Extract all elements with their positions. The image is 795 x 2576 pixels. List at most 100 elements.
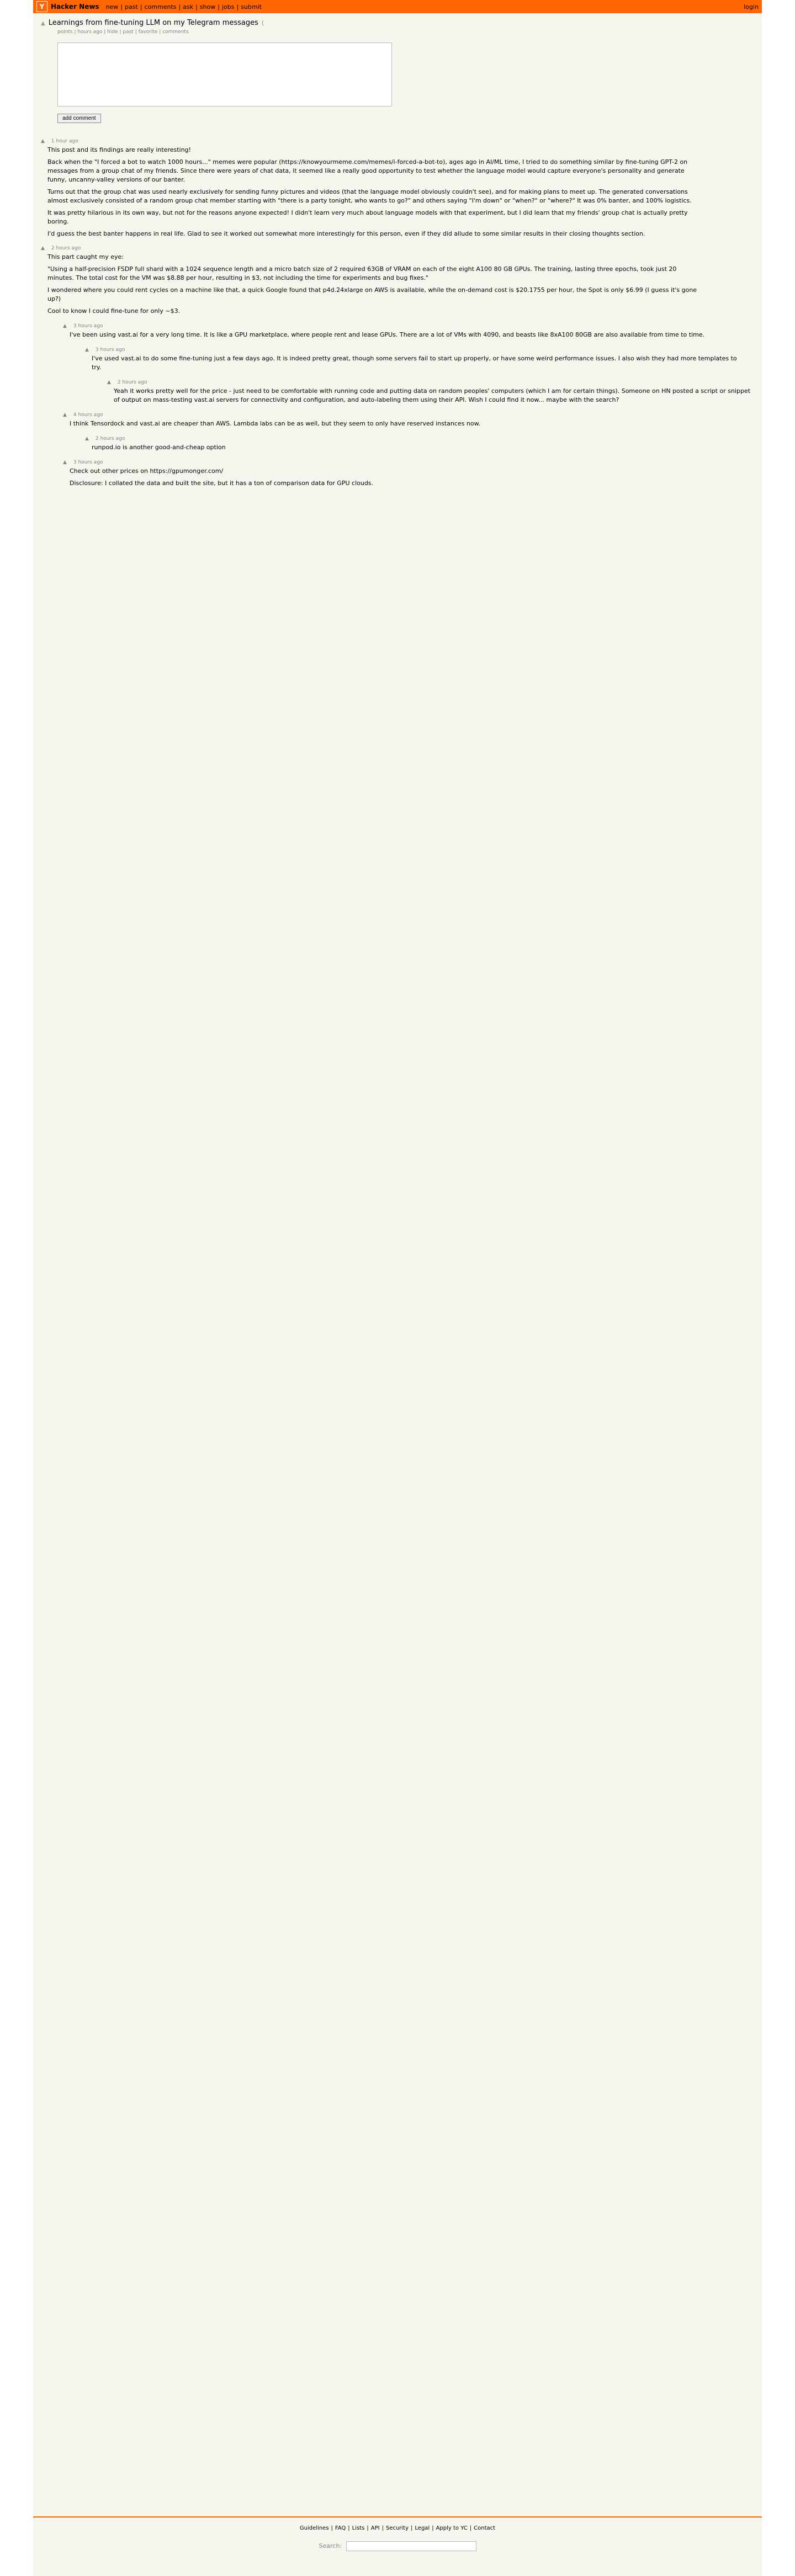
comment-textarea[interactable] [57, 42, 392, 107]
footer-security[interactable]: Security [386, 2525, 409, 2531]
comment-body: I've used vast.ai to do some fine-tuning… [92, 354, 743, 372]
nav-past[interactable]: past [125, 3, 138, 10]
footer-links: Guidelines | FAQ | Lists | API | Securit… [33, 2525, 762, 2531]
comment-header: ▲ 4 hours ago [63, 412, 754, 418]
comment-header: ▲ 3 hours ago [63, 323, 754, 329]
comment-paragraph: "Using a half-precision FSDP full shard … [47, 265, 677, 282]
footer-lists[interactable]: Lists [352, 2525, 365, 2531]
nav-links: new | past | comments | ask | show | job… [106, 3, 262, 10]
comment-body: This part caught my eye: "Using a half-p… [47, 253, 699, 316]
story-hide[interactable]: hide [104, 29, 118, 35]
comment-paragraph: Yeah it works pretty well for the price … [114, 387, 751, 403]
hn-logo[interactable]: Y [36, 1, 47, 12]
footer-legal[interactable]: Legal [415, 2525, 430, 2531]
site-title[interactable]: Hacker News [51, 3, 99, 10]
comment-body: I've been using vast.ai for a very long … [70, 331, 721, 339]
nav-separator: | [218, 3, 220, 10]
login-link[interactable]: login [744, 3, 759, 10]
story-subtext: points hours ago hide past favorite comm… [57, 29, 754, 35]
story-past[interactable]: past [119, 29, 133, 35]
comment-paragraph: Cool to know I could fine-tune for only … [47, 307, 181, 315]
story-item: ▲ Learnings from fine-tuning LLM on my T… [33, 13, 762, 129]
comment-age[interactable]: 1 hour ago [51, 139, 78, 144]
footer-contact[interactable]: Contact [474, 2525, 495, 2531]
comment-paragraph: I think Tensordock and vast.ai are cheap… [70, 419, 481, 427]
comment-paragraph: I wondered where you could rent cycles o… [47, 286, 697, 303]
footer-guidelines[interactable]: Guidelines [300, 2525, 329, 2531]
comment-body: Check out other prices on https://gpumon… [70, 467, 721, 488]
footer-separator: | [331, 2525, 333, 2531]
upvote-arrow-icon[interactable]: ▲ [63, 460, 67, 465]
comment: ▲ 2 hours ago This part caught my eye: "… [41, 246, 754, 316]
footer-search: Search: [33, 2541, 762, 2551]
comment-paragraph: Back when the "I forced a bot to watch 1… [47, 158, 688, 183]
comment-paragraph: I've been using vast.ai for a very long … [70, 331, 705, 339]
comment-paragraph: This part caught my eye: [47, 253, 124, 261]
nav-show[interactable]: show [200, 3, 215, 10]
comment-paragraph: Check out other prices on https://gpumon… [70, 467, 224, 475]
footer-separator: | [381, 2525, 384, 2531]
upvote-arrow-icon[interactable]: ▲ [63, 323, 67, 329]
comment-form: add comment [57, 42, 754, 123]
footer-separator: | [411, 2525, 413, 2531]
comment-age[interactable]: 2 hours ago [118, 380, 147, 385]
login-area: login [744, 3, 759, 10]
upvote-arrow-icon[interactable]: ▲ [63, 412, 67, 418]
comment-age[interactable]: 2 hours ago [96, 436, 125, 441]
comment-age[interactable]: 2 hours ago [51, 246, 81, 251]
comment-body: runpod.io is another good-and-cheap opti… [92, 443, 743, 452]
story-favorite[interactable]: favorite [135, 29, 158, 35]
upvote-arrow-icon[interactable]: ▲ [85, 436, 89, 441]
footer-api[interactable]: API [371, 2525, 380, 2531]
comment-body: I think Tensordock and vast.ai are cheap… [70, 419, 721, 428]
story-title-row: ▲ Learnings from fine-tuning LLM on my T… [41, 19, 754, 27]
comment: ▲ 3 hours ago I've used vast.ai to do so… [85, 347, 754, 372]
upvote-arrow-icon[interactable]: ▲ [41, 20, 45, 26]
search-input[interactable] [346, 2541, 476, 2551]
comment-age[interactable]: 3 hours ago [73, 460, 103, 465]
upvote-arrow-icon[interactable]: ▲ [41, 246, 45, 251]
comment: ▲ 3 hours ago Check out other prices on … [63, 460, 754, 488]
comment-header: ▲ 1 hour ago [41, 139, 754, 144]
comment-paragraph: Disclosure: I collated the data and buil… [70, 479, 374, 487]
story-title[interactable]: Learnings from fine-tuning LLM on my Tel… [49, 19, 258, 27]
nav-ask[interactable]: ask [183, 3, 193, 10]
comment-body: Yeah it works pretty well for the price … [114, 387, 754, 405]
comment-age[interactable]: 3 hours ago [96, 347, 125, 353]
comment-age[interactable]: 4 hours ago [73, 412, 103, 418]
upvote-arrow-icon[interactable]: ▲ [85, 347, 89, 353]
nav-comments[interactable]: comments [145, 3, 177, 10]
comment-paragraph: runpod.io is another good-and-cheap opti… [92, 443, 226, 451]
footer-faq[interactable]: FAQ [335, 2525, 346, 2531]
comment: ▲ 1 hour ago This post and its findings … [41, 139, 754, 238]
footer-apply-yc[interactable]: Apply to YC [436, 2525, 468, 2531]
top-navbar: Y Hacker News new | past | comments | as… [33, 0, 762, 13]
search-label: Search: [319, 2542, 342, 2550]
comment-header: ▲ 3 hours ago [63, 460, 754, 465]
comment: ▲ 2 hours ago Yeah it works pretty well … [107, 380, 754, 405]
upvote-arrow-icon[interactable]: ▲ [41, 139, 45, 144]
story-domain[interactable]: ( [262, 19, 264, 26]
story-age[interactable]: hours ago [75, 29, 103, 35]
comment-header: ▲ 2 hours ago [107, 380, 754, 385]
comment-paragraph: I've used vast.ai to do some fine-tuning… [92, 355, 737, 371]
comment-body: This post and its findings are really in… [47, 146, 699, 238]
comment: ▲ 4 hours ago I think Tensordock and vas… [63, 412, 754, 428]
add-comment-button[interactable]: add comment [57, 114, 101, 123]
footer: Guidelines | FAQ | Lists | API | Securit… [33, 2516, 762, 2551]
nav-jobs[interactable]: jobs [222, 3, 235, 10]
nav-submit[interactable]: submit [241, 3, 262, 10]
page-container: Y Hacker News new | past | comments | as… [33, 0, 762, 2576]
comment-age[interactable]: 3 hours ago [73, 323, 103, 329]
nav-separator: | [178, 3, 181, 10]
nav-new[interactable]: new [106, 3, 119, 10]
comment-tree: ▲ 1 hour ago This post and its findings … [33, 129, 762, 507]
story-points: points [57, 29, 73, 35]
comment-paragraph: Turns out that the group chat was used n… [47, 188, 692, 204]
story-comments[interactable]: comments [159, 29, 188, 35]
comment-paragraph: It was pretty hilarious in its own way, … [47, 209, 688, 225]
nav-separator: | [140, 3, 142, 10]
nav-separator: | [236, 3, 239, 10]
upvote-arrow-icon[interactable]: ▲ [107, 380, 111, 385]
comment-header: ▲ 2 hours ago [85, 436, 754, 441]
